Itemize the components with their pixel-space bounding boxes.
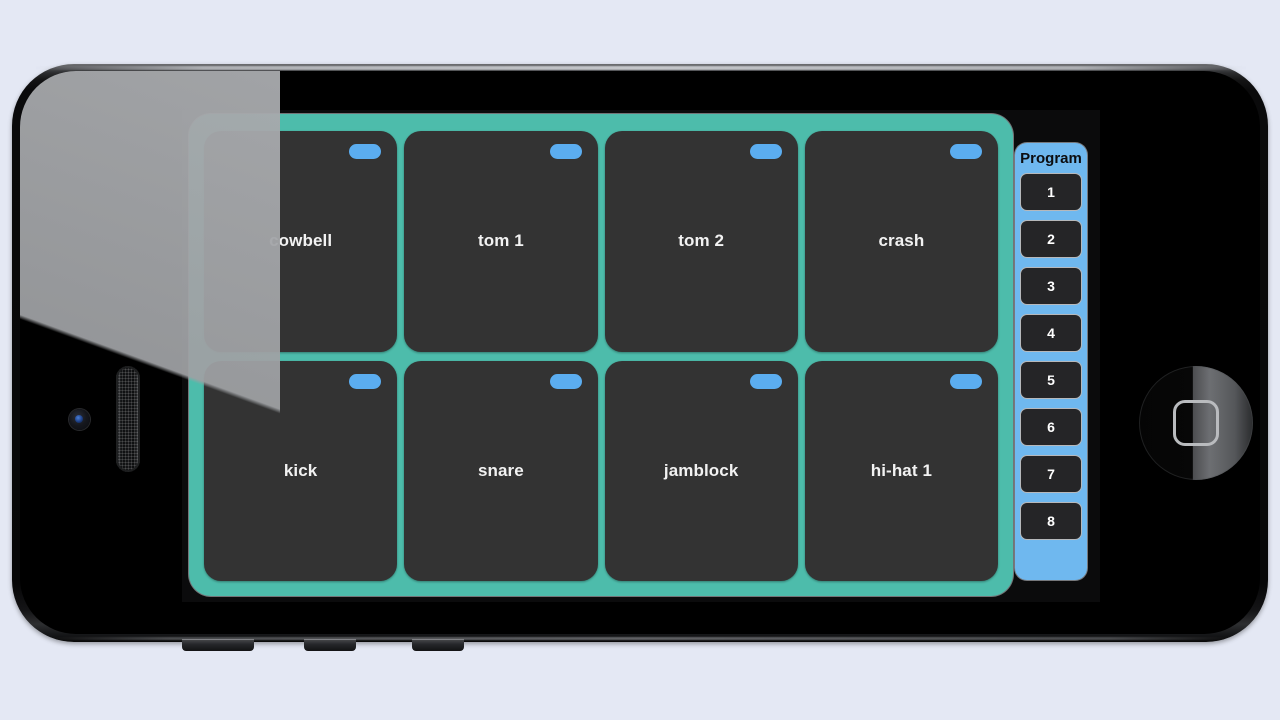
earpiece-speaker-icon <box>116 366 140 472</box>
drum-pad[interactable]: jamblock <box>604 360 798 581</box>
program-panel: Program 1 2 3 4 5 6 7 8 <box>1015 143 1087 580</box>
program-button-5[interactable]: 5 <box>1020 361 1082 399</box>
pad-label: kick <box>283 460 318 480</box>
screenshot-root: cowbell tom 1 tom 2 crash kick snare jam… <box>0 0 1280 720</box>
device-side-button-3[interactable] <box>412 639 464 651</box>
home-button[interactable] <box>1139 366 1253 480</box>
phone-top-edge-highlight <box>34 66 1248 70</box>
drum-pad[interactable]: snare <box>404 360 598 581</box>
drum-pad[interactable]: hi-hat 1 <box>804 360 998 581</box>
pad-indicator-chip[interactable] <box>950 373 982 389</box>
pad-indicator-chip[interactable] <box>349 144 382 159</box>
program-button-7[interactable]: 7 <box>1020 455 1082 493</box>
app-screen: cowbell tom 1 tom 2 crash kick snare jam… <box>182 110 1100 602</box>
pad-indicator-chip[interactable] <box>749 373 782 389</box>
program-button-6[interactable]: 6 <box>1020 408 1082 446</box>
drum-pad[interactable]: tom 2 <box>604 131 798 352</box>
drum-pad[interactable]: cowbell <box>204 131 398 352</box>
pad-label: jamblock <box>663 460 739 480</box>
pad-indicator-chip[interactable] <box>549 373 582 389</box>
pad-label: crash <box>878 231 925 251</box>
program-button-2[interactable]: 2 <box>1020 220 1082 258</box>
drum-pad[interactable]: kick <box>204 360 398 581</box>
drum-pad[interactable]: crash <box>804 131 998 352</box>
pad-grid: cowbell tom 1 tom 2 crash kick snare jam… <box>204 131 998 581</box>
pad-label: tom 2 <box>678 231 725 251</box>
drum-pad-panel: cowbell tom 1 tom 2 crash kick snare jam… <box>189 114 1013 596</box>
pad-label: cowbell <box>269 231 333 251</box>
pad-label: hi-hat 1 <box>870 460 932 480</box>
front-camera-icon <box>69 409 90 430</box>
home-button-square-icon <box>1173 400 1219 446</box>
pad-indicator-chip[interactable] <box>950 144 982 159</box>
device-side-button-2[interactable] <box>304 639 356 651</box>
pad-indicator-chip[interactable] <box>749 144 782 159</box>
pad-indicator-chip[interactable] <box>349 373 382 389</box>
program-button-1[interactable]: 1 <box>1020 173 1082 211</box>
program-panel-title: Program <box>1020 150 1082 167</box>
program-button-3[interactable]: 3 <box>1020 267 1082 305</box>
pad-label: snare <box>477 460 524 480</box>
pad-indicator-chip[interactable] <box>549 144 582 159</box>
drum-pad[interactable]: tom 1 <box>404 131 598 352</box>
pad-label: tom 1 <box>477 231 524 251</box>
program-button-4[interactable]: 4 <box>1020 314 1082 352</box>
device-side-button-1[interactable] <box>182 639 254 651</box>
phone-body: cowbell tom 1 tom 2 crash kick snare jam… <box>12 64 1268 651</box>
program-button-8[interactable]: 8 <box>1020 502 1082 540</box>
